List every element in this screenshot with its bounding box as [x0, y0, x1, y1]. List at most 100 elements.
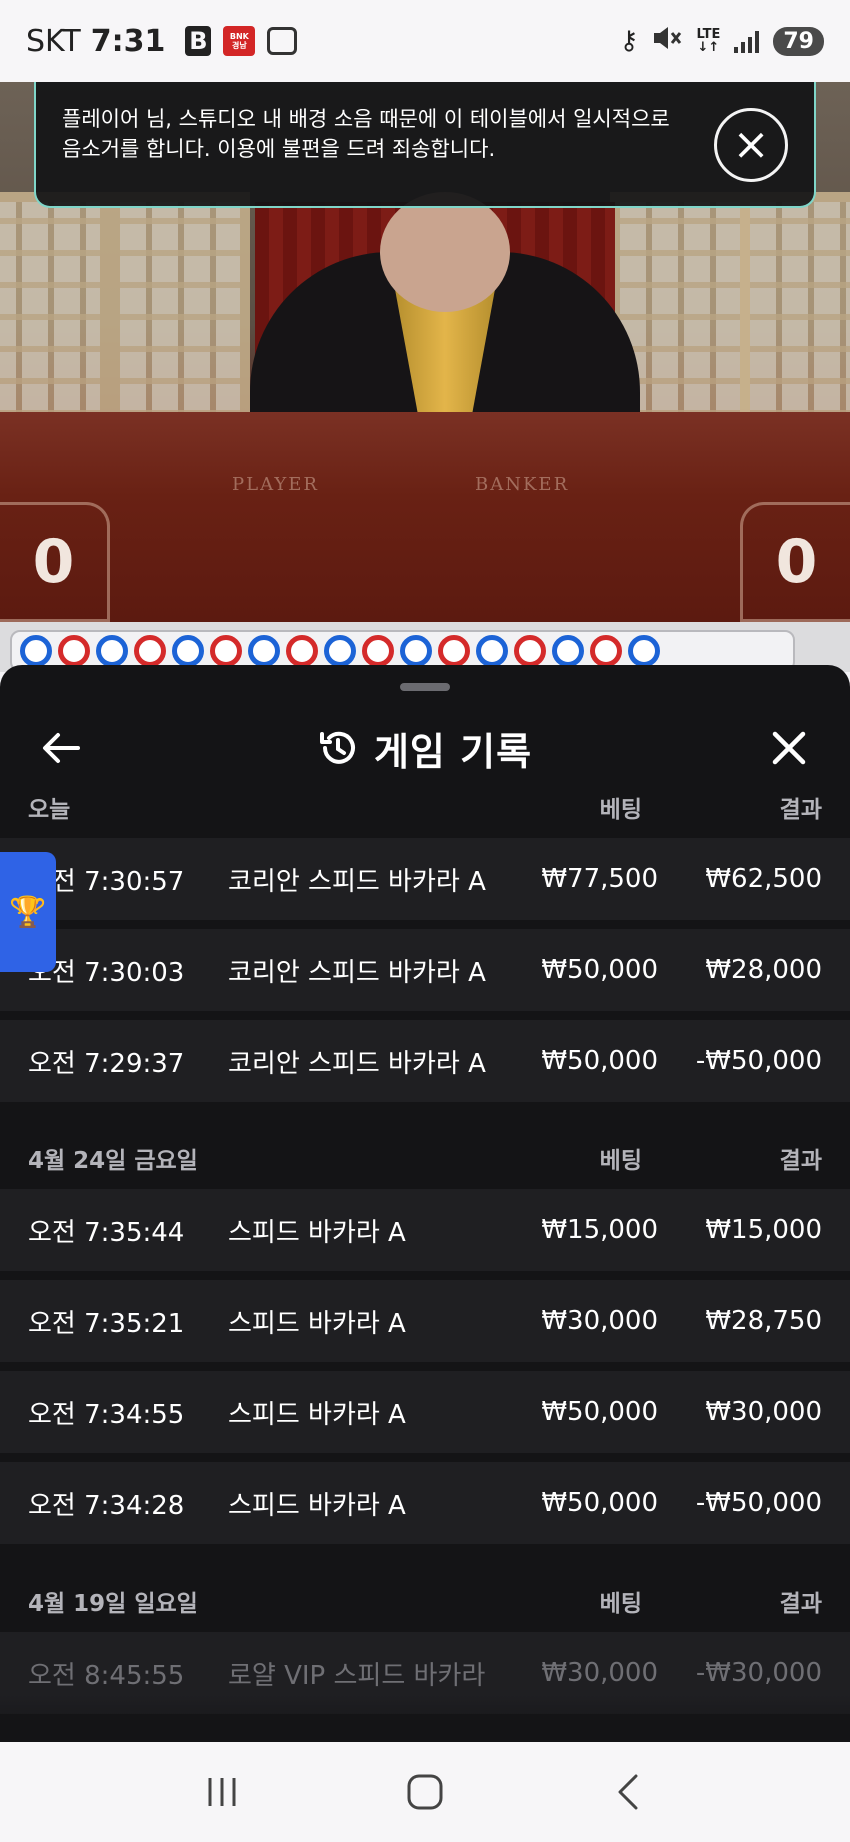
key-icon: ⚷: [619, 26, 639, 56]
bead-banker: [514, 635, 546, 667]
bead-player: [476, 635, 508, 667]
status-bar: SKT 7:31 B BNK 경남 ⚷ LTE ↓↑ 79: [0, 0, 850, 82]
bead-player: [552, 635, 584, 667]
recents-button[interactable]: [182, 1762, 262, 1822]
row-bet: ₩30,000: [541, 1306, 658, 1336]
row-bet: ₩30,000: [541, 1658, 658, 1688]
bead-banker: [590, 635, 622, 667]
banker-score: 0: [740, 502, 850, 622]
history-icon: [319, 731, 355, 764]
b-app-icon: B: [185, 26, 212, 56]
bead-player: [248, 635, 280, 667]
bead-banker: [362, 635, 394, 667]
row-result: -₩50,000: [695, 1046, 822, 1076]
row-time: 오전 8:45:55: [28, 1660, 185, 1691]
section-date: 오늘: [28, 797, 71, 823]
nav-back-button[interactable]: [588, 1762, 668, 1822]
history-row[interactable]: 오전 7:35:21 스피드 바카라 A ₩30,000 ₩28,750: [0, 1280, 850, 1362]
row-time: 오전 7:29:37: [28, 1048, 185, 1079]
row-game: 코리안 스피드 바카라 A: [228, 866, 486, 897]
row-time: 오전 7:34:55: [28, 1399, 185, 1430]
history-row[interactable]: 오전 7:34:28 스피드 바카라 A ₩50,000 -₩50,000: [0, 1462, 850, 1544]
row-game: 스피드 바카라 A: [228, 1490, 406, 1521]
bead-banker: [210, 635, 242, 667]
carrier-label: SKT: [26, 23, 81, 59]
row-time: 오전 7:35:44: [28, 1217, 185, 1248]
history-row[interactable]: 오전 7:30:57 코리안 스피드 바카라 A ₩77,500 ₩62,500: [0, 838, 850, 920]
row-result: -₩30,000: [695, 1658, 822, 1688]
mute-notice: 플레이어 님, 스튜디오 내 배경 소음 때문에 이 테이블에서 일시적으로 음…: [34, 82, 816, 208]
bead-player: [400, 635, 432, 667]
bead-player: [96, 635, 128, 667]
row-bet: ₩50,000: [541, 1488, 658, 1518]
row-result: -₩50,000: [695, 1488, 822, 1518]
home-icon: [407, 1774, 443, 1810]
section-header: 4월 19일 일요일 베팅 결과: [0, 1570, 850, 1632]
network-type: LTE ↓↑: [696, 27, 721, 55]
system-nav-bar: [0, 1742, 850, 1842]
bead-banker: [58, 635, 90, 667]
row-game: 스피드 바카라 A: [228, 1217, 406, 1248]
section-header: 오늘 베팅 결과: [0, 776, 850, 838]
dealer-head: [380, 192, 510, 312]
player-score: 0: [0, 502, 110, 622]
recents-icon: [208, 1778, 236, 1806]
history-row[interactable]: 오전 7:34:55 스피드 바카라 A ₩50,000 ₩30,000: [0, 1371, 850, 1453]
notice-text: 플레이어 님, 스튜디오 내 배경 소음 때문에 이 테이블에서 일시적으로 음…: [62, 107, 670, 161]
sheet-title: 게임 기록: [373, 729, 533, 774]
history-row[interactable]: 오전 7:29:37 코리안 스피드 바카라 A ₩50,000 -₩50,00…: [0, 1020, 850, 1102]
row-result: ₩62,500: [705, 864, 822, 894]
row-result: ₩28,750: [705, 1306, 822, 1336]
bet-column-header: 베팅: [599, 1591, 642, 1617]
bet-column-header: 베팅: [599, 1148, 642, 1174]
mute-icon: [652, 24, 682, 59]
battery-indicator: 79: [773, 26, 824, 56]
row-time: 오전 7:30:57: [28, 866, 185, 897]
arrow-left-icon: [43, 733, 80, 763]
section-date: 4월 24일 금요일: [28, 1148, 198, 1174]
back-button[interactable]: [36, 723, 86, 773]
close-button[interactable]: [764, 723, 814, 773]
trophy-icon: 🏆: [9, 894, 47, 930]
row-game: 로얄 VIP 스피드 바카라: [228, 1660, 486, 1691]
row-result: ₩15,000: [705, 1215, 822, 1245]
list-fade: [0, 1695, 850, 1742]
row-game: 스피드 바카라 A: [228, 1399, 406, 1430]
sheet-drag-handle[interactable]: [400, 683, 450, 691]
game-history-sheet: 게임 기록 오늘 베팅 결과 오전 7:30:57 코리안 스피드 바카라 A …: [0, 665, 850, 1742]
section-header: 4월 24일 금요일 베팅 결과: [0, 1127, 850, 1189]
screenshot-icon: [267, 27, 298, 55]
row-result: ₩30,000: [705, 1397, 822, 1427]
bead-banker: [134, 635, 166, 667]
bead-banker: [286, 635, 318, 667]
close-icon: [772, 731, 806, 765]
close-icon: ×: [732, 119, 770, 170]
history-row[interactable]: 오전 7:30:03 코리안 스피드 바카라 A ₩50,000 ₩28,000: [0, 929, 850, 1011]
history-row[interactable]: 오전 7:35:44 스피드 바카라 A ₩15,000 ₩15,000: [0, 1189, 850, 1271]
row-time: 오전 7:34:28: [28, 1490, 185, 1521]
bead-player: [628, 635, 660, 667]
banker-area-label: BANKER: [475, 474, 570, 495]
home-button[interactable]: [385, 1762, 465, 1822]
section-date: 4월 19일 일요일: [28, 1591, 198, 1617]
row-bet: ₩50,000: [541, 955, 658, 985]
trophy-tab-button[interactable]: 🏆: [0, 852, 56, 972]
row-bet: ₩77,500: [541, 864, 658, 894]
bet-column-header: 베팅: [599, 797, 642, 823]
row-time: 오전 7:30:03: [28, 957, 185, 988]
result-column-header: 결과: [779, 1148, 822, 1174]
row-game: 코리안 스피드 바카라 A: [228, 1048, 486, 1079]
result-column-header: 결과: [779, 1591, 822, 1617]
row-bet: ₩50,000: [541, 1397, 658, 1427]
nav-back-icon: [618, 1774, 638, 1810]
result-column-header: 결과: [779, 797, 822, 823]
clock: 7:31: [90, 23, 166, 59]
bead-player: [20, 635, 52, 667]
row-bet: ₩50,000: [541, 1046, 658, 1076]
row-game: 스피드 바카라 A: [228, 1308, 406, 1339]
notice-close-button[interactable]: ×: [714, 108, 788, 182]
row-bet: ₩15,000: [541, 1215, 658, 1245]
row-time: 오전 7:35:21: [28, 1308, 185, 1339]
signal-icon: [734, 29, 760, 53]
bead-banker: [438, 635, 470, 667]
